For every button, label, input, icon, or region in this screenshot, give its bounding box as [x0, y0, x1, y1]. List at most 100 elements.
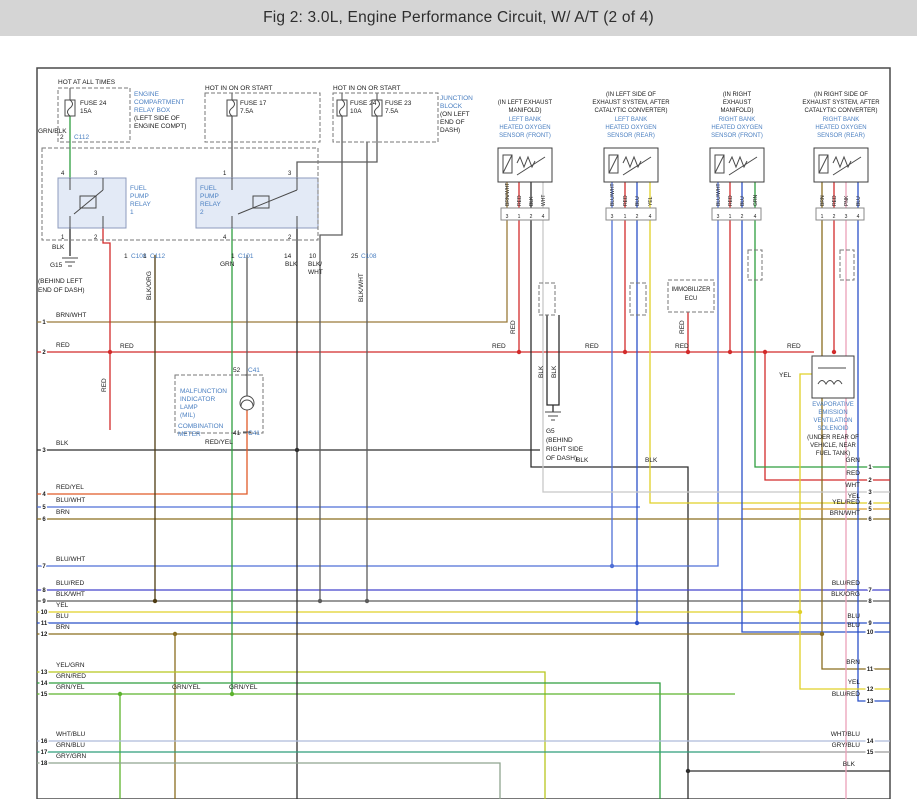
diagram-label: 2	[868, 478, 872, 484]
diagram-label: BLK	[645, 457, 658, 464]
diagram-label: 3	[42, 448, 46, 454]
junction-dot	[763, 350, 767, 354]
diagram-label: BLU	[56, 613, 69, 620]
diagram-label: RED	[492, 343, 506, 350]
diagram-label: (LEFT SIDE OF	[134, 115, 180, 122]
junction-dot	[623, 350, 627, 354]
diagram-label: MANIFOLD)	[721, 108, 754, 114]
diagram-label: RELAY BOX	[134, 107, 171, 114]
diagram-label: 8	[42, 588, 46, 594]
diagram-label: 10	[309, 253, 317, 260]
diagram-label: 2	[42, 350, 46, 356]
diagram-label: RED	[679, 320, 686, 334]
diagram-label: BRN/WHT	[830, 510, 860, 517]
diagram-label: 7	[42, 564, 46, 570]
diagram-label: BRN/WHT	[56, 312, 86, 319]
diagram-label: BLU	[856, 196, 862, 206]
diagram-label: G15	[50, 262, 63, 269]
diagram-label: BRN	[56, 509, 70, 516]
diagram-label: RIGHT SIDE	[546, 446, 584, 453]
diagram-label: COMPARTMENT	[134, 99, 184, 106]
diagram-label: EMISSION	[818, 410, 847, 416]
diagram-label: (ON LEFT	[440, 111, 470, 118]
diagram-label: 14	[284, 253, 292, 260]
junction-dot	[365, 599, 369, 603]
diagram-label: GRN	[753, 195, 759, 207]
fuse-24-10a-icon	[337, 93, 347, 116]
junction-dot	[728, 350, 732, 354]
wire-relay-red	[103, 228, 110, 430]
diagram-label: BLK	[52, 244, 65, 251]
diagram-label: BLU/WHT	[56, 556, 85, 563]
junction-dot	[173, 632, 177, 636]
diagram-label: BLK/ORG	[146, 271, 153, 300]
diagram-label: 7.5A	[240, 108, 254, 115]
diagram-label: 1	[42, 320, 46, 326]
diagram-label: 12	[41, 632, 48, 638]
junction-dot	[118, 692, 122, 696]
wiring-diagram-canvas: HOT AT ALL TIMESFUSE 2415AENGINECOMPARTM…	[0, 0, 917, 799]
diagram-label: YEL	[848, 679, 861, 686]
diagram-label: 1	[624, 214, 627, 220]
diagram-label: WHT	[308, 269, 323, 276]
diagram-label: RED	[675, 343, 689, 350]
diagram-label: 1	[518, 214, 521, 220]
diagram-label: 1	[223, 171, 227, 177]
diagram-label: 25	[351, 253, 359, 260]
diagram-label: RED	[623, 195, 629, 206]
diagram-label: 2	[741, 214, 744, 220]
diagram-label: MALFUNCTION	[180, 388, 227, 395]
junction-dot	[295, 448, 299, 452]
diagram-label: 3	[868, 490, 872, 496]
diagram-label: 3	[611, 214, 614, 220]
g5-ground-icon	[545, 412, 561, 420]
diagram-label: 10	[41, 610, 48, 616]
diagram-label: PUMP	[130, 193, 149, 200]
junction-dot	[820, 632, 824, 636]
diagram-label: BLK/WHT	[358, 273, 365, 302]
diagram-label: 4	[542, 214, 545, 220]
diagram-label: GRY/GRN	[56, 753, 87, 760]
diagram-label: DASH)	[440, 127, 460, 134]
diagram-label: FUSE 24	[350, 100, 377, 107]
diagram-label: COMBINATION	[178, 423, 224, 430]
diagram-label: GRN/YEL	[229, 684, 258, 691]
diagram-label: OF DASH)	[546, 455, 577, 462]
diagram-label: 15	[867, 750, 874, 756]
diagram-label: 41	[233, 430, 241, 437]
diagram-label: JUNCTION	[440, 95, 473, 102]
diagram-label: VEHICLE, NEAR	[810, 443, 856, 449]
diagram-label: 2	[288, 235, 292, 241]
diagram-label: 12	[867, 687, 874, 693]
diagram-label: YEL/RED	[832, 499, 860, 506]
diagram-label: BLU/RED	[56, 580, 84, 587]
diagram-label: (IN RIGHT SIDE OF	[814, 92, 868, 98]
fuel-pump-relay-1-box	[58, 178, 126, 228]
diagram-label: ENGINE COMPT)	[134, 123, 186, 130]
diagram-label: 1	[143, 253, 147, 260]
diagram-label: 1	[130, 209, 134, 216]
diagram-label: LAMP	[180, 404, 198, 411]
diagram-label: BRN	[820, 195, 826, 206]
junction-dot	[230, 692, 234, 696]
diagram-label: CATALYTIC CONVERTER)	[805, 108, 878, 114]
diagram-label: 4	[754, 214, 757, 220]
diagram-label: YEL	[56, 602, 69, 609]
diagram-label: BLK	[285, 261, 298, 268]
diagram-label: 14	[41, 681, 48, 687]
diagram-label: BLU	[635, 196, 641, 206]
diagram-label: 11	[41, 621, 48, 627]
diagram-label: 2	[530, 214, 533, 220]
diagram-label: G5	[546, 428, 555, 435]
diagram-label: RELAY	[200, 201, 221, 208]
diagram-label: YEL	[779, 372, 792, 379]
diagram-label: BLK/ORG	[831, 591, 860, 598]
diagram-label: WHT	[845, 482, 860, 489]
diagram-label: PUMP	[200, 193, 219, 200]
diagram-label: END OF	[440, 119, 465, 126]
diagram-label: EXHAUST	[723, 100, 752, 106]
diagram-label: 4	[857, 214, 860, 220]
diagram-label: (BEHIND	[546, 437, 573, 444]
junction-dot	[610, 564, 614, 568]
g15-ground-icon	[62, 258, 78, 266]
